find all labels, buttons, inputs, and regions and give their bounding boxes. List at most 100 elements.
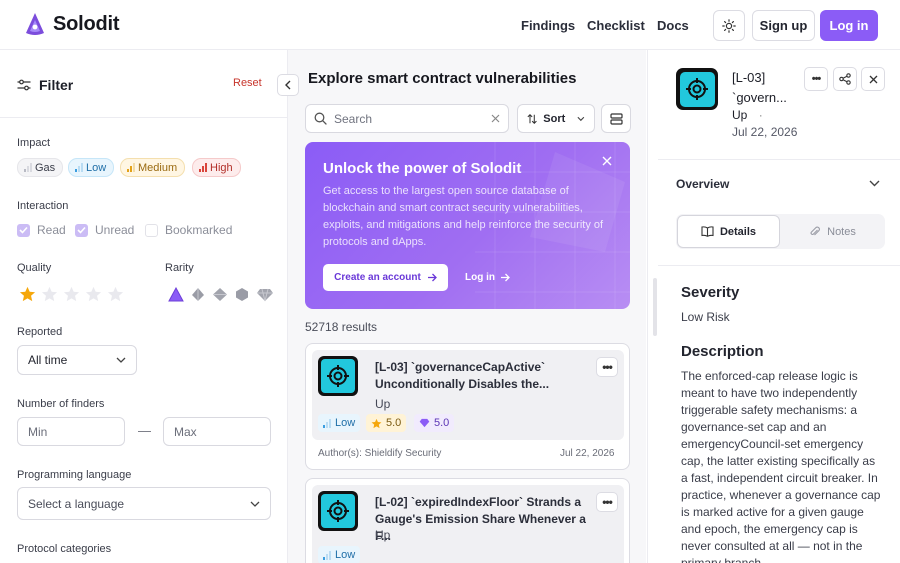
finding-title[interactable]: [L-02] `expiredIndexFloor` Strands a Gau… xyxy=(375,494,595,545)
sort-label: Sort xyxy=(543,112,566,125)
checkbox-checked xyxy=(75,223,88,237)
finding-title[interactable]: [L-03] `governanceCapActive` Uncondition… xyxy=(375,359,595,393)
detail-tabs: Details Notes xyxy=(676,214,885,249)
rarity-uncommon-icon[interactable] xyxy=(190,287,206,302)
rarity-score: 5.0 xyxy=(434,417,450,429)
gem-icon xyxy=(419,418,430,428)
nav-docs[interactable]: Docs xyxy=(657,18,689,33)
rarity-legendary-icon[interactable] xyxy=(256,287,274,302)
card-more-button[interactable]: ••• xyxy=(596,492,618,512)
impact-chip-high[interactable]: High xyxy=(192,158,241,177)
impact-badge-label: Low xyxy=(335,417,356,429)
protocol-logo-bg xyxy=(321,359,355,393)
card-more-button[interactable]: ••• xyxy=(596,357,618,377)
gas-bars-icon xyxy=(24,163,32,172)
share-button[interactable] xyxy=(833,67,857,91)
collapse-sidebar-button[interactable] xyxy=(277,74,299,96)
create-account-label: Create an account xyxy=(334,272,421,283)
promo-login-label: Log in xyxy=(465,272,495,283)
target-icon xyxy=(327,365,349,387)
finders-max-input[interactable]: Max xyxy=(163,417,271,446)
filter-heading: Filter xyxy=(17,77,73,93)
rarity-gems[interactable] xyxy=(168,287,274,302)
finders-min-input[interactable]: Min xyxy=(17,417,125,446)
rarity-badge: 5.0 xyxy=(414,414,455,432)
star-empty-icon[interactable] xyxy=(85,286,102,302)
tab-details[interactable]: Details xyxy=(677,215,780,248)
overview-toggle[interactable]: Overview xyxy=(676,177,729,191)
finding-card[interactable]: [L-03] `governanceCapActive` Uncondition… xyxy=(305,343,630,470)
close-icon[interactable] xyxy=(602,156,612,166)
top-header: Solodit Findings Checklist Docs Sign up … xyxy=(0,0,900,50)
view-toggle-button[interactable] xyxy=(601,104,631,133)
protocol-logo xyxy=(318,491,358,531)
reported-select[interactable]: All time xyxy=(17,345,137,375)
finding-card[interactable]: [L-02] `expiredIndexFloor` Strands a Gau… xyxy=(305,478,630,563)
chip-label: Low xyxy=(86,161,107,174)
search-input[interactable]: Search xyxy=(305,104,509,133)
brand-name: Solodit xyxy=(53,12,120,35)
impact-chip-gas[interactable]: Gas xyxy=(17,158,64,177)
language-select[interactable]: Select a language xyxy=(17,487,271,520)
detail-more-button[interactable]: ••• xyxy=(804,67,828,91)
page-title: Explore smart contract vulnerabilities xyxy=(308,70,577,87)
severity-value: Low Risk xyxy=(681,310,730,324)
impact-chip-medium[interactable]: Medium xyxy=(120,158,186,177)
close-icon xyxy=(869,75,877,83)
close-detail-button[interactable] xyxy=(861,67,885,91)
nav-checklist[interactable]: Checklist xyxy=(587,18,645,33)
clear-icon[interactable] xyxy=(491,114,500,123)
chip-label: Gas xyxy=(35,161,56,174)
tab-notes-label: Notes xyxy=(827,225,856,238)
scrollbar-thumb[interactable] xyxy=(653,278,657,336)
rarity-rare-icon[interactable] xyxy=(212,287,228,302)
low-bars-icon xyxy=(323,418,331,428)
star-filled-icon[interactable] xyxy=(19,286,36,302)
finding-status: Up xyxy=(375,397,391,411)
star-empty-icon[interactable] xyxy=(63,286,80,302)
chevron-down-icon[interactable] xyxy=(869,180,880,187)
login-button[interactable]: Log in xyxy=(820,10,878,41)
rarity-common-icon[interactable] xyxy=(168,287,184,302)
chevron-down-icon xyxy=(116,357,126,363)
language-label: Programming language xyxy=(17,469,132,481)
divider xyxy=(658,159,900,160)
star-empty-icon[interactable] xyxy=(107,286,124,302)
tab-notes[interactable]: Notes xyxy=(780,214,885,249)
quality-stars[interactable] xyxy=(19,286,124,302)
impact-chip-low[interactable]: Low xyxy=(68,158,115,177)
brand-logo[interactable]: Solodit xyxy=(25,12,120,36)
create-account-button[interactable]: Create an account xyxy=(323,264,448,291)
check-icon xyxy=(19,226,28,234)
signup-button[interactable]: Sign up xyxy=(752,10,815,41)
paperclip-icon xyxy=(810,226,821,235)
nav-findings[interactable]: Findings xyxy=(521,18,575,33)
book-open-icon xyxy=(701,226,714,237)
sort-arrows-icon xyxy=(527,113,537,124)
reported-value: All time xyxy=(28,353,68,367)
card-author: Author(s): Shieldify Security xyxy=(318,448,442,459)
more-icon: ••• xyxy=(811,73,822,85)
bookmarked-label: Bookmarked xyxy=(165,223,233,237)
interaction-label: Interaction xyxy=(17,200,69,212)
findings-feed: Explore smart contract vulnerabilities S… xyxy=(288,50,646,563)
protocol-logo xyxy=(318,356,358,396)
divider xyxy=(0,117,288,118)
impact-label: Impact xyxy=(17,137,51,149)
rarity-epic-icon[interactable] xyxy=(234,287,250,302)
filter-title: Filter xyxy=(39,77,74,93)
chevron-down-icon xyxy=(577,116,585,121)
quality-badge: 5.0 xyxy=(366,414,407,432)
reported-label: Reported xyxy=(17,326,63,338)
promo-login-link[interactable]: Log in xyxy=(465,264,510,291)
description-heading: Description xyxy=(681,343,764,360)
star-empty-icon[interactable] xyxy=(41,286,58,302)
bookmarked-checkbox[interactable]: Bookmarked xyxy=(145,223,232,237)
read-checkbox[interactable]: Read xyxy=(17,223,66,237)
promo-banner: Unlock the power of Solodit Get access t… xyxy=(305,142,630,309)
theme-toggle-button[interactable] xyxy=(713,10,745,41)
reset-filters-link[interactable]: Reset xyxy=(233,77,262,89)
sliders-icon xyxy=(17,79,31,91)
unread-checkbox[interactable]: Unread xyxy=(75,223,134,237)
sort-button[interactable]: Sort xyxy=(517,104,595,133)
